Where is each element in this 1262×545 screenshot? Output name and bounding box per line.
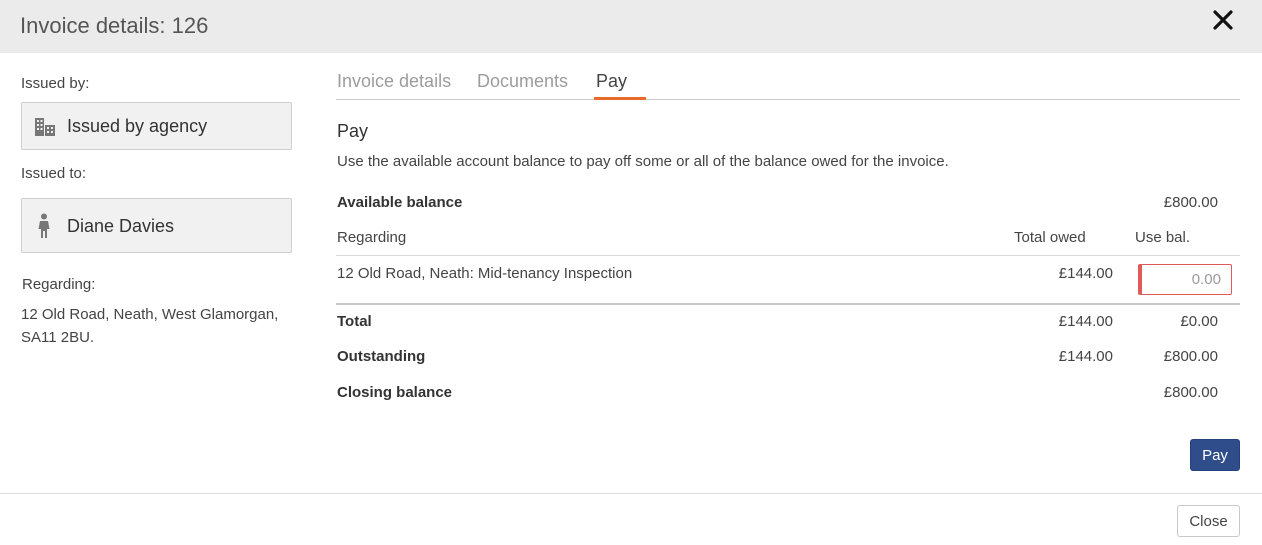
column-total-owed: Total owed	[1014, 229, 1086, 246]
section-title: Pay	[337, 121, 369, 141]
outstanding-owed-value: £144.00	[1058, 348, 1113, 365]
modal-title: Invoice details: 126	[20, 13, 209, 38]
issued-to-box: Diane Davies	[21, 198, 292, 253]
pay-description: Use the available account balance to pay…	[337, 153, 949, 170]
tab-bar: Invoice details Documents Pay	[336, 70, 1240, 100]
outstanding-use-value: £800.00	[1163, 348, 1218, 365]
tab-pay[interactable]: Pay	[596, 71, 627, 100]
use-balance-input[interactable]	[1138, 264, 1232, 295]
header-divider	[336, 255, 1240, 256]
footer-divider	[0, 493, 1262, 494]
column-use-balance: Use bal.	[1135, 229, 1191, 246]
close-button[interactable]: Close	[1177, 505, 1240, 537]
regarding-label: Regarding:	[22, 276, 96, 293]
regarding-address: 12 Old Road, Neath, West Glamorgan, SA11…	[21, 306, 279, 346]
building-icon	[35, 118, 55, 136]
row-total-owed: £144.00	[1058, 265, 1113, 282]
total-use-value: £0.00	[1180, 313, 1218, 330]
closing-balance-value: £800.00	[1163, 384, 1218, 401]
close-icon[interactable]	[1209, 6, 1237, 34]
tab-invoice-details[interactable]: Invoice details	[337, 71, 451, 100]
issued-to-label: Issued to:	[21, 165, 87, 182]
total-label: Total	[337, 313, 372, 330]
issued-to-name: Diane Davies	[67, 216, 175, 236]
person-icon	[38, 213, 50, 238]
closing-balance-label: Closing balance	[337, 384, 453, 401]
active-tab-indicator	[594, 97, 646, 100]
total-divider	[336, 303, 1240, 305]
outstanding-label: Outstanding	[337, 348, 426, 365]
column-regarding: Regarding	[337, 229, 407, 246]
issued-by-name: Issued by agency	[67, 116, 208, 136]
tab-documents[interactable]: Documents	[477, 71, 568, 100]
row-regarding: 12 Old Road, Neath: Mid-tenancy Inspecti…	[337, 265, 633, 282]
pay-button[interactable]: Pay	[1190, 439, 1240, 471]
total-owed-value: £144.00	[1058, 313, 1113, 330]
modal-header: Invoice details: 126	[0, 0, 1262, 53]
issued-by-box: Issued by agency	[21, 102, 292, 150]
available-balance-value: £800.00	[1163, 194, 1218, 211]
issued-by-label: Issued by:	[21, 75, 90, 92]
available-balance-label: Available balance	[337, 194, 463, 211]
